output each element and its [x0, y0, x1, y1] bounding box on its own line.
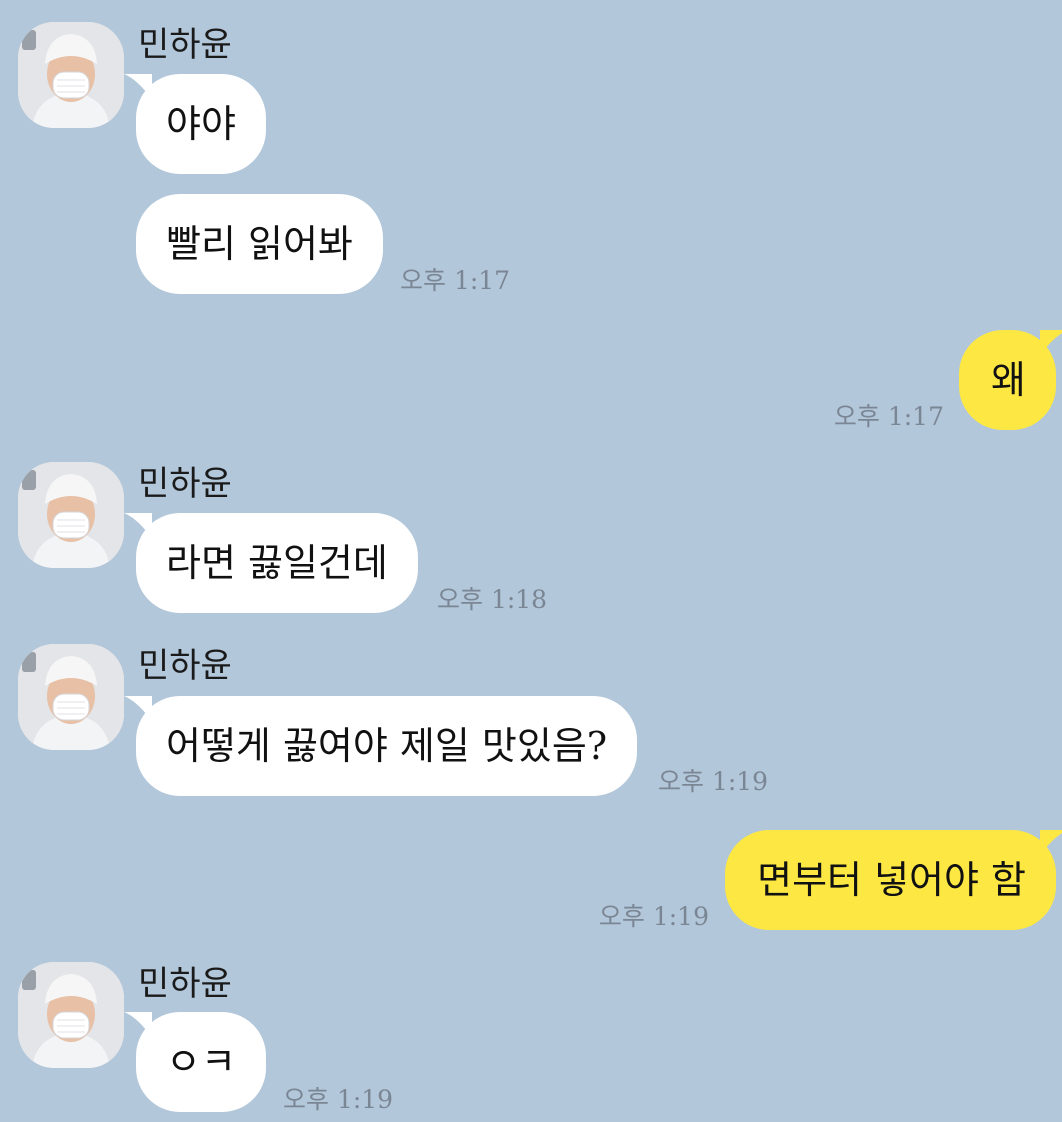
bubble-tail [1040, 330, 1062, 356]
message-timestamp: 오후 1:19 [598, 902, 709, 931]
message-timestamp: 오후 1:17 [400, 266, 511, 295]
message-text: ㅇㅋ [166, 1040, 236, 1084]
message-text: 라면 끓일건데 [166, 541, 388, 585]
sender-avatar[interactable] [18, 462, 124, 568]
message-text: 야야 [166, 102, 236, 146]
message-text: 면부터 넣어야 함 [757, 858, 1026, 902]
message-bubble[interactable]: 왜 [959, 330, 1062, 430]
bubble-tail [124, 1012, 152, 1038]
message-text: 왜 [991, 358, 1026, 402]
profile-avatar-icon [18, 962, 124, 1068]
sender-name: 민하윤 [138, 964, 232, 1004]
message-bubble[interactable]: 면부터 넣어야 함 [725, 830, 1062, 930]
sender-name: 민하윤 [138, 464, 232, 504]
message-bubble[interactable]: 라면 끓일건데 [124, 513, 418, 613]
message-bubble[interactable]: 어떻게 끓여야 제일 맛있음? [124, 696, 638, 796]
message-bubble[interactable]: 빨리 읽어봐 [136, 194, 383, 294]
message-timestamp: 오후 1:19 [283, 1085, 394, 1114]
message-timestamp: 오후 1:18 [437, 585, 548, 614]
bubble-tail [124, 74, 152, 100]
message-timestamp: 오후 1:17 [833, 402, 944, 431]
sender-avatar[interactable] [18, 644, 124, 750]
bubble-tail [124, 696, 152, 722]
message-bubble[interactable]: 야야 [124, 74, 266, 174]
bubble-tail [1040, 830, 1062, 856]
message-text: 빨리 읽어봐 [166, 222, 353, 266]
profile-avatar-icon [18, 462, 124, 568]
bubble-tail [124, 513, 152, 539]
message-text: 어떻게 끓여야 제일 맛있음? [166, 724, 608, 768]
profile-avatar-icon [18, 22, 124, 128]
sender-avatar[interactable] [18, 962, 124, 1068]
profile-avatar-icon [18, 644, 124, 750]
chat-room[interactable]: 민하윤 야야 빨리 읽어봐 오후 1:17 왜 오후 1:17 민하윤 라면 끓… [0, 0, 1062, 1122]
sender-name: 민하윤 [138, 25, 232, 65]
message-bubble[interactable]: ㅇㅋ [124, 1012, 266, 1112]
sender-avatar[interactable] [18, 22, 124, 128]
sender-name: 민하윤 [138, 646, 232, 686]
message-timestamp: 오후 1:19 [658, 767, 769, 796]
